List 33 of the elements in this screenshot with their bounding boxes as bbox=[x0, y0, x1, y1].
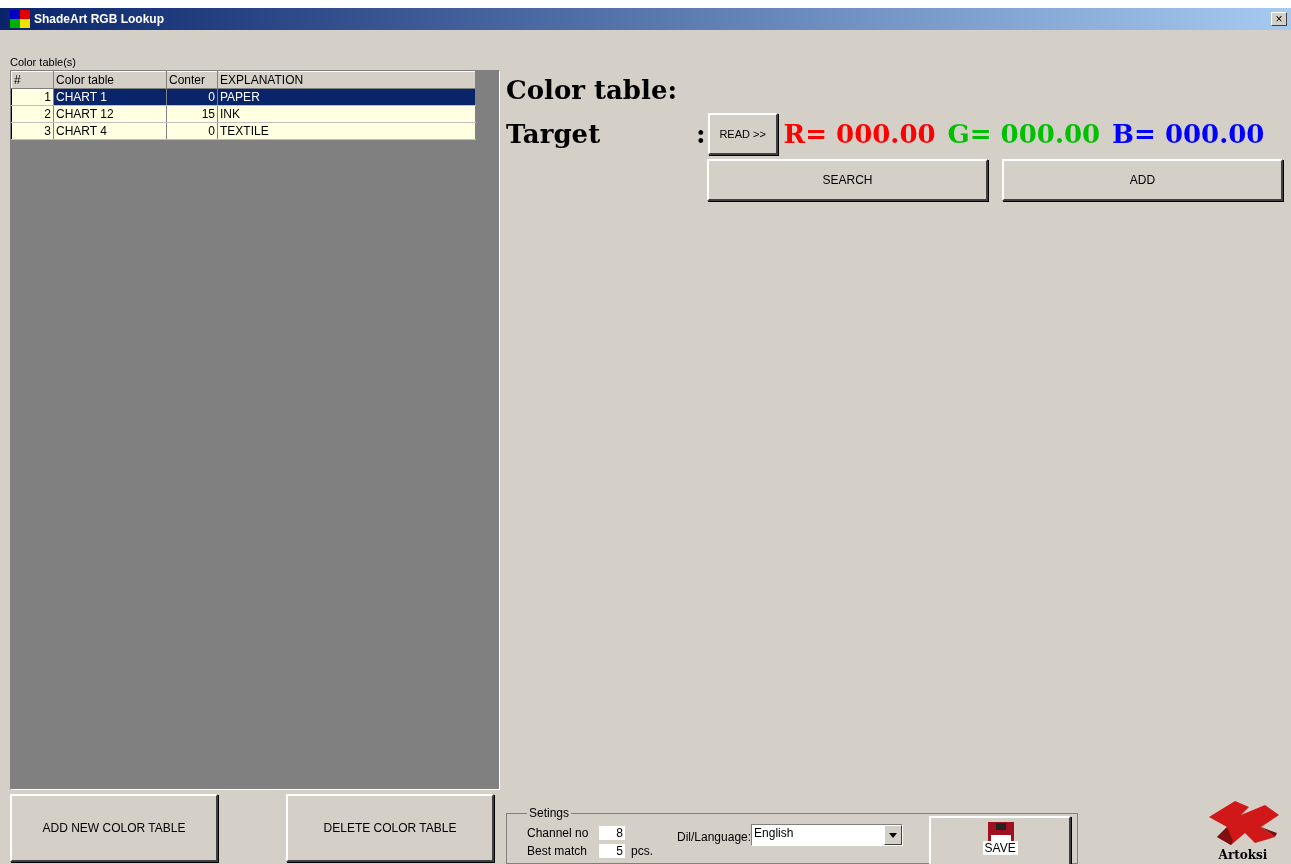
app-icon bbox=[10, 10, 30, 28]
search-button[interactable]: SEARCH bbox=[707, 159, 988, 201]
settings-title: Setings bbox=[528, 806, 571, 820]
rgb-reading: G= 000.00 bbox=[947, 119, 1101, 149]
add-button[interactable]: ADD bbox=[1002, 159, 1283, 201]
rgb-reading: R= 000.00 bbox=[783, 119, 936, 149]
add-table-button[interactable]: ADD NEW COLOR TABLE bbox=[10, 794, 218, 862]
column-header[interactable]: Color table bbox=[53, 71, 167, 89]
column-header[interactable]: EXPLANATION bbox=[217, 71, 476, 89]
table-row[interactable]: 1 CHART 1 0 PAPER bbox=[11, 88, 476, 106]
input-field[interactable]: 8 bbox=[599, 825, 625, 840]
dropdown-arrow-icon bbox=[889, 832, 898, 838]
delete-table-button[interactable]: DELETE COLOR TABLE bbox=[286, 794, 494, 862]
column-header[interactable]: Conter bbox=[166, 71, 218, 89]
field-label: Channel no bbox=[527, 825, 590, 840]
window-title: ShadeArt RGB Lookup bbox=[34, 12, 165, 26]
color-table-heading: Color table: bbox=[506, 75, 679, 105]
input-field[interactable]: 5 bbox=[599, 843, 625, 858]
logo-text: Artoksi bbox=[1218, 848, 1268, 862]
target-label: Target bbox=[506, 119, 602, 149]
read-button[interactable]: READ >> bbox=[707, 113, 778, 155]
close-button[interactable]: × bbox=[1271, 12, 1287, 26]
rgb-reading: B= 000.00 bbox=[1112, 119, 1265, 149]
panel-label: Color table(s) bbox=[10, 56, 78, 68]
language-label: Dil/Language: bbox=[677, 830, 752, 844]
table-row[interactable]: 3 CHART 4 0 TEXTILE bbox=[11, 122, 476, 140]
language-dropdown[interactable]: English bbox=[751, 824, 904, 846]
field-label: Best match bbox=[527, 843, 589, 858]
table-row[interactable]: 2 CHART 12 15 INK bbox=[11, 105, 476, 123]
colon-label: : bbox=[696, 119, 706, 149]
column-header[interactable]: # bbox=[11, 71, 54, 89]
unit-label: pcs. bbox=[631, 843, 653, 858]
save-button[interactable]: SAVE bbox=[929, 815, 1072, 864]
